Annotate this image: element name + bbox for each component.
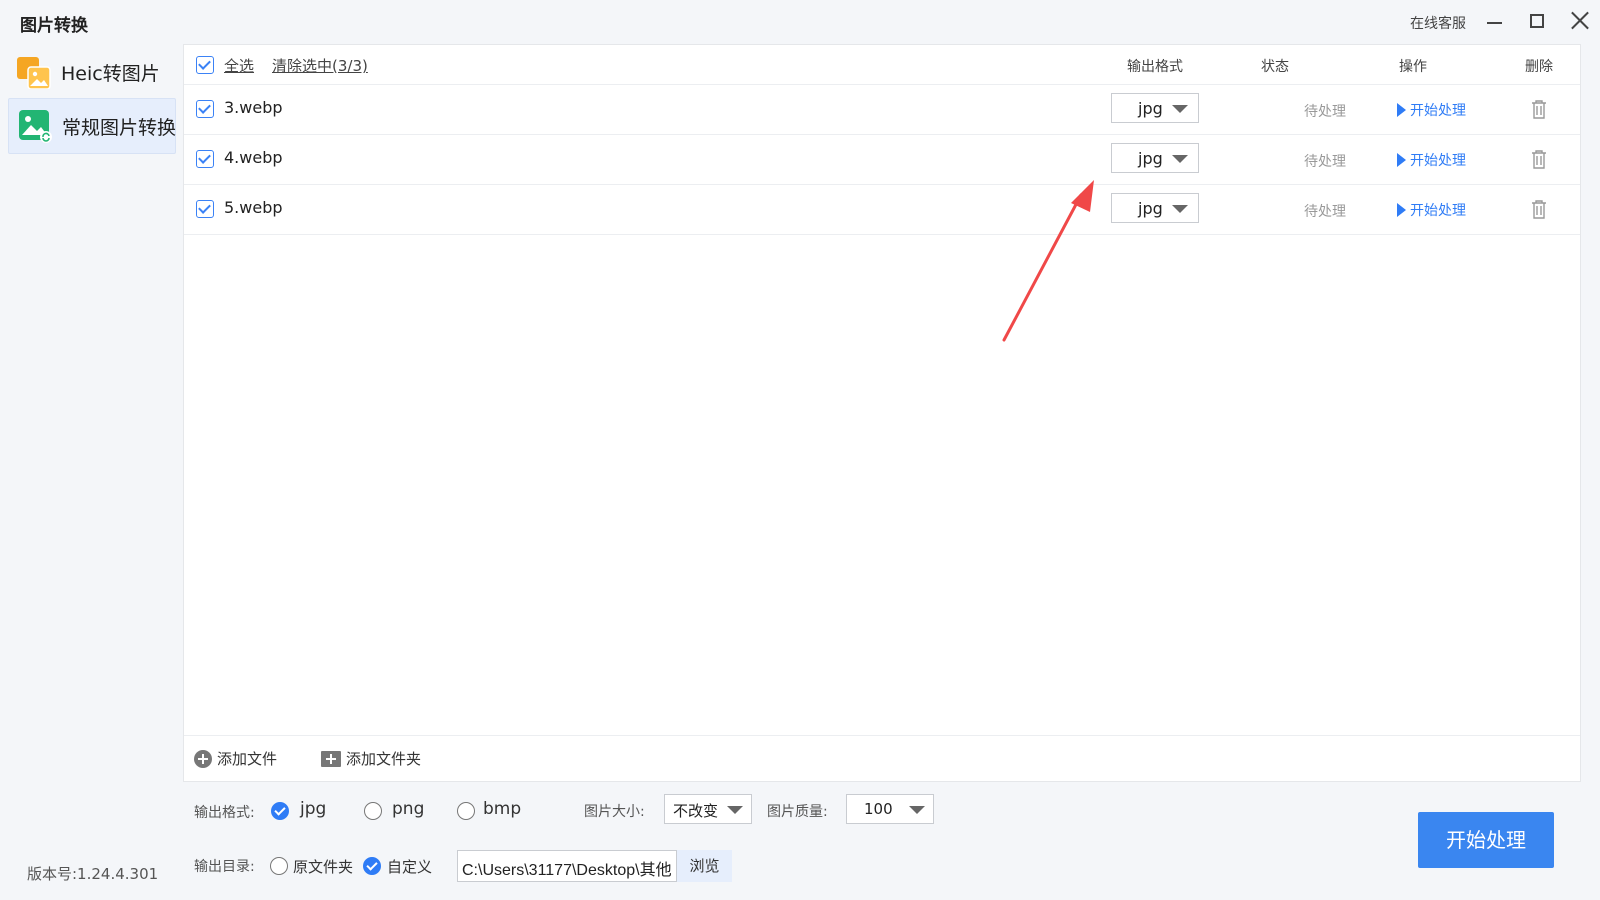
column-header-format: 输出格式: [1127, 59, 1183, 75]
row-checkbox[interactable]: [196, 150, 214, 168]
trash-icon[interactable]: [1531, 150, 1547, 169]
file-name: 5.webp: [224, 198, 283, 217]
online-support-link[interactable]: 在线客服: [1410, 13, 1466, 33]
output-dir-label: 输出目录:: [194, 859, 255, 875]
select-all-checkbox[interactable]: [196, 56, 214, 74]
table-row: 4.webp jpg 待处理 开始处理: [184, 135, 1580, 185]
dir-radio-original[interactable]: [270, 857, 288, 875]
row-checkbox[interactable]: [196, 200, 214, 218]
chevron-down-icon: [727, 806, 743, 814]
row-start-label: 开始处理: [1410, 103, 1466, 119]
app-title: 图片转换: [20, 16, 88, 36]
image-size-select[interactable]: 不改变: [664, 794, 752, 824]
row-format-value: jpg: [1138, 149, 1163, 168]
row-start-label: 开始处理: [1410, 153, 1466, 169]
row-format-select[interactable]: jpg: [1111, 93, 1199, 123]
clear-selection-link[interactable]: 清除选中(3/3): [272, 55, 368, 76]
column-header-action: 操作: [1399, 59, 1427, 75]
chevron-down-icon: [1172, 205, 1188, 213]
dir-radio-label: 自定义: [387, 858, 433, 876]
file-name: 4.webp: [224, 148, 283, 167]
output-path-input[interactable]: C:\Users\31177\Desktop\其他: [457, 850, 677, 882]
row-start-label: 开始处理: [1410, 203, 1466, 219]
add-folder-button[interactable]: 添加文件夹: [321, 748, 421, 769]
add-file-button[interactable]: 添加文件: [194, 748, 277, 769]
trash-icon[interactable]: [1531, 100, 1547, 119]
image-quality-select[interactable]: 100: [846, 794, 934, 824]
row-start-button[interactable]: 开始处理: [1397, 150, 1466, 170]
row-format-select[interactable]: jpg: [1111, 143, 1199, 173]
file-list-panel: 全选 清除选中(3/3) 输出格式 状态 操作 删除 3.webp jpg 待处…: [183, 44, 1581, 782]
image-quality-label: 图片质量:: [767, 804, 828, 820]
row-format-select[interactable]: jpg: [1111, 193, 1199, 223]
row-status: 待处理: [1304, 104, 1346, 120]
options-bar: 输出格式: jpg png bmp 图片大小: 不改变 图片质量: 100 输出…: [0, 790, 1600, 900]
sidebar-item-label: Heic转图片: [61, 62, 160, 85]
format-radio-png[interactable]: [364, 802, 382, 820]
sidebar-item-image-convert[interactable]: 常规图片转换: [8, 98, 176, 154]
file-list-header: 全选 清除选中(3/3) 输出格式 状态 操作 删除: [184, 45, 1580, 85]
add-file-label: 添加文件: [217, 750, 278, 768]
row-checkbox[interactable]: [196, 100, 214, 118]
add-circle-icon: [194, 749, 212, 768]
title-bar: 图片转换 在线客服: [0, 0, 1600, 44]
table-row: 3.webp jpg 待处理 开始处理: [184, 85, 1580, 135]
trash-icon[interactable]: [1531, 200, 1547, 219]
play-icon: [1397, 153, 1406, 167]
image-quality-value: 100: [864, 800, 893, 818]
start-processing-button[interactable]: 开始处理: [1418, 812, 1554, 868]
play-icon: [1397, 103, 1406, 117]
heic-image-icon: [17, 55, 51, 90]
format-radio-jpg[interactable]: [271, 802, 289, 820]
add-folder-icon: [321, 750, 341, 767]
select-all-link[interactable]: 全选: [224, 55, 254, 76]
dir-radio-custom[interactable]: [363, 857, 381, 875]
image-convert-icon: [18, 109, 52, 143]
column-header-status: 状态: [1261, 59, 1289, 75]
file-name: 3.webp: [224, 98, 283, 117]
close-icon[interactable]: [1570, 10, 1590, 30]
image-size-value: 不改变: [673, 802, 719, 820]
format-radio-label: bmp: [483, 799, 522, 819]
column-header-delete: 删除: [1525, 59, 1553, 75]
add-folder-label: 添加文件夹: [346, 750, 422, 768]
row-status: 待处理: [1304, 204, 1346, 220]
chevron-down-icon: [1172, 155, 1188, 163]
row-format-value: jpg: [1138, 199, 1163, 218]
dir-radio-label: 原文件夹: [293, 858, 354, 876]
format-radio-label: png: [392, 799, 425, 819]
format-radio-label: jpg: [300, 799, 327, 819]
chevron-down-icon: [1172, 105, 1188, 113]
maximize-icon[interactable]: [1530, 14, 1544, 28]
sidebar-item-label: 常规图片转换: [62, 116, 177, 139]
output-format-label: 输出格式:: [194, 805, 255, 821]
image-size-label: 图片大小:: [584, 804, 645, 820]
format-radio-bmp[interactable]: [457, 802, 475, 820]
table-row: 5.webp jpg 待处理 开始处理: [184, 185, 1580, 235]
sidebar: Heic转图片 常规图片转换: [0, 44, 180, 900]
row-start-button[interactable]: 开始处理: [1397, 100, 1466, 120]
row-format-value: jpg: [1138, 99, 1163, 118]
minimize-icon[interactable]: [1487, 8, 1505, 34]
row-status: 待处理: [1304, 154, 1346, 170]
play-icon: [1397, 203, 1406, 217]
chevron-down-icon: [909, 806, 925, 814]
row-start-button[interactable]: 开始处理: [1397, 200, 1466, 220]
file-list-footer: 添加文件 添加文件夹: [184, 735, 1580, 781]
sidebar-item-heic[interactable]: Heic转图片: [8, 44, 176, 100]
browse-button[interactable]: 浏览: [677, 850, 732, 882]
